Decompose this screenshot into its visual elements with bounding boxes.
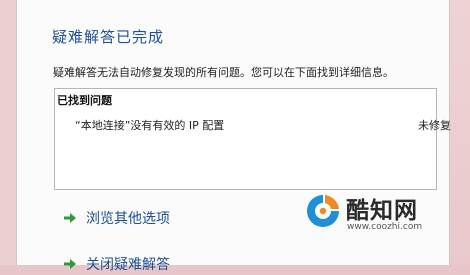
green-arrow-icon: [64, 213, 76, 223]
explore-options-link[interactable]: 浏览其他选项: [63, 207, 170, 229]
background-left: [0, 0, 16, 265]
description-text: 疑难解答无法自动修复发现的所有问题。您可以在下面找到详细信息。: [53, 66, 394, 79]
close-troubleshooter-label: 关闭疑难解答: [86, 257, 170, 273]
green-arrow-icon: [64, 259, 76, 269]
explore-options-label: 浏览其他选项: [86, 211, 170, 227]
problem-status: 未修复: [418, 119, 451, 132]
close-troubleshooter-link[interactable]: 关闭疑难解答: [63, 253, 170, 275]
watermark-name: 酷知网: [346, 198, 418, 224]
results-header: 已找到问题: [57, 94, 112, 107]
watermark: 酷知网 www.coozhi.com: [304, 188, 454, 238]
page-title: 疑难解答已完成: [52, 28, 165, 46]
problem-row[interactable]: “本地连接”没有有效的 IP 配置 未修复: [55, 113, 451, 135]
watermark-url: www.coozhi.com: [347, 222, 423, 232]
problem-description: “本地连接”没有有效的 IP 配置: [75, 119, 225, 132]
coozhi-logo-icon: [307, 195, 339, 227]
results-panel: 已找到问题 “本地连接”没有有效的 IP 配置 未修复: [54, 88, 451, 190]
